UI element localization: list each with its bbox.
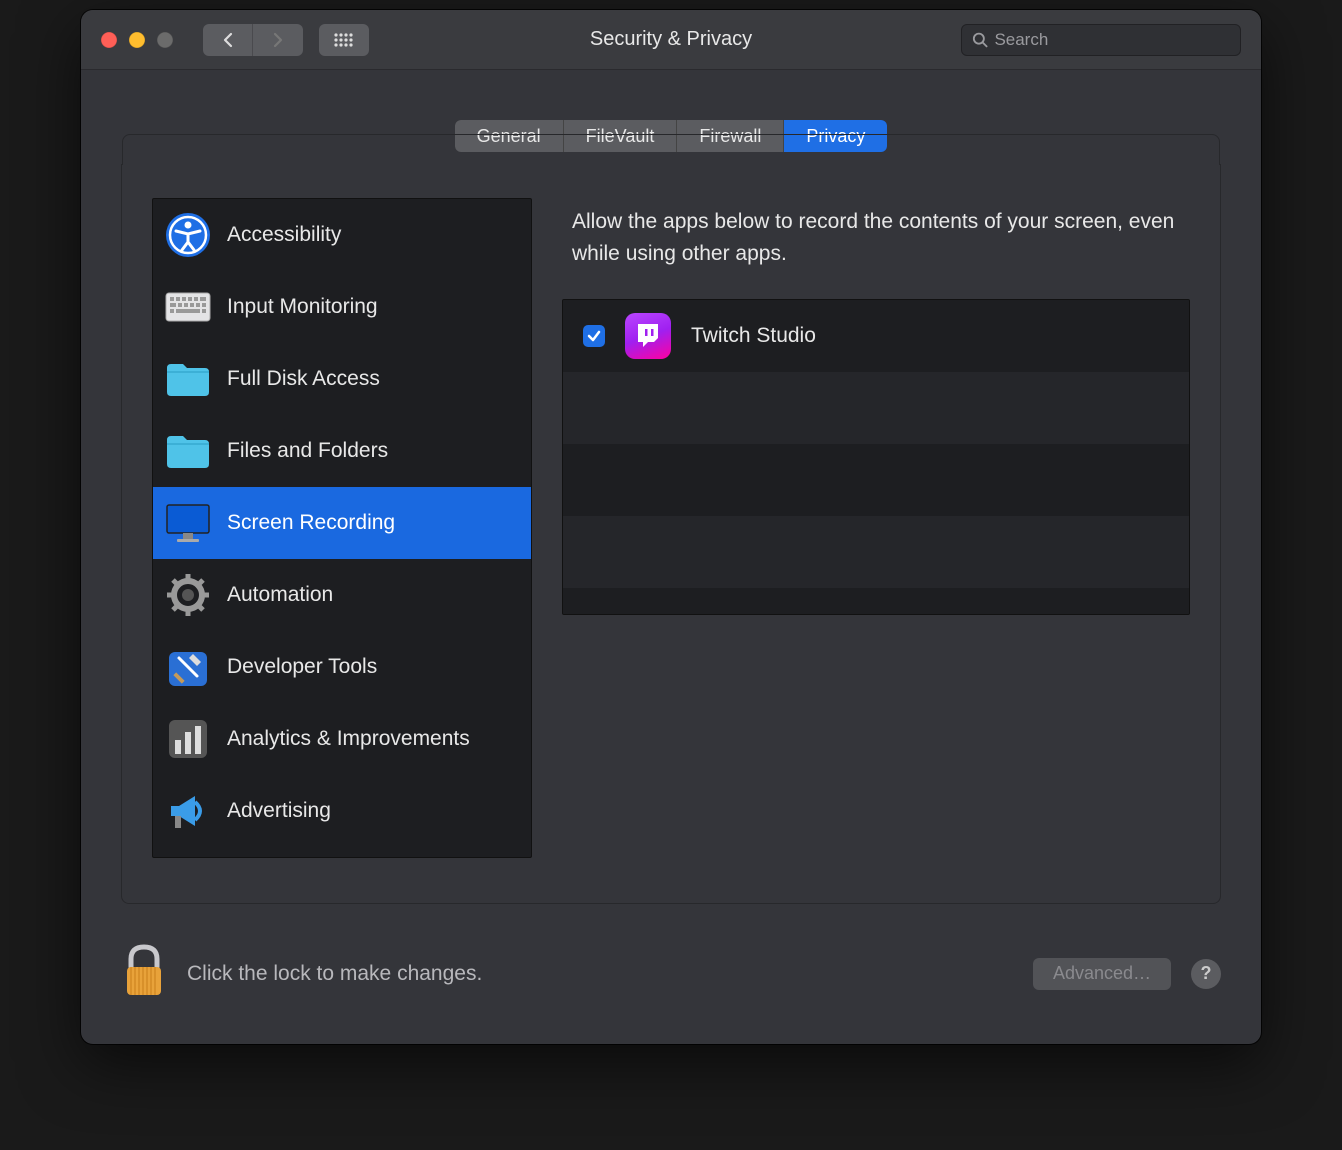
sidebar-item-label: Advertising [227, 799, 331, 823]
search-field-wrap[interactable] [961, 24, 1241, 56]
traffic-lights [101, 32, 173, 48]
footer: Click the lock to make changes. Advanced… [121, 943, 1221, 1004]
sidebar-item-analytics[interactable]: Analytics & Improvements [153, 703, 531, 775]
app-list: Twitch Studio [562, 299, 1190, 615]
sidebar-item-input-monitoring[interactable]: Input Monitoring [153, 271, 531, 343]
folder-icon [165, 428, 211, 474]
show-all-button[interactable] [319, 24, 369, 56]
sidebar-item-label: Full Disk Access [227, 367, 380, 391]
forward-button [253, 24, 303, 56]
sidebar-item-label: Input Monitoring [227, 295, 378, 319]
lock-icon[interactable] [121, 943, 167, 1004]
sidebar-item-label: Accessibility [227, 223, 341, 247]
detail-pane: Allow the apps below to record the conte… [562, 198, 1190, 873]
twitch-icon [625, 313, 671, 359]
display-icon [165, 500, 211, 546]
detail-description: Allow the apps below to record the conte… [562, 198, 1190, 269]
chart-icon [165, 716, 211, 762]
sidebar-item-automation[interactable]: Automation [153, 559, 531, 631]
app-row-empty [563, 444, 1189, 516]
sidebar-item-files-folders[interactable]: Files and Folders [153, 415, 531, 487]
sidebar-item-developer-tools[interactable]: Developer Tools [153, 631, 531, 703]
titlebar: Security & Privacy [81, 10, 1261, 70]
close-window-button[interactable] [101, 32, 117, 48]
privacy-category-list[interactable]: Accessibility Input Monitoring Full Disk… [152, 198, 532, 858]
minimize-window-button[interactable] [129, 32, 145, 48]
sidebar-item-label: Files and Folders [227, 439, 388, 463]
accessibility-icon [165, 212, 211, 258]
sidebar-item-screen-recording[interactable]: Screen Recording [153, 487, 531, 559]
megaphone-icon [165, 788, 211, 834]
advanced-button[interactable]: Advanced… [1033, 958, 1171, 990]
sidebar-item-label: Developer Tools [227, 655, 377, 679]
gear-icon [165, 572, 211, 618]
preferences-window: Security & Privacy General FileVault Fir… [81, 10, 1261, 1044]
sidebar-item-label: Automation [227, 583, 333, 607]
nav-buttons [203, 24, 303, 56]
app-row-empty [563, 516, 1189, 588]
privacy-panel: Accessibility Input Monitoring Full Disk… [121, 164, 1221, 904]
app-row-empty [563, 372, 1189, 444]
app-row-twitch-studio[interactable]: Twitch Studio [563, 300, 1189, 372]
app-name-label: Twitch Studio [691, 324, 816, 348]
hammer-icon [165, 644, 211, 690]
back-button[interactable] [203, 24, 253, 56]
sidebar-item-label: Screen Recording [227, 511, 395, 535]
sidebar-item-full-disk-access[interactable]: Full Disk Access [153, 343, 531, 415]
folder-icon [165, 356, 211, 402]
sidebar-item-label: Analytics & Improvements [227, 727, 470, 751]
sidebar-item-accessibility[interactable]: Accessibility [153, 199, 531, 271]
app-checkbox[interactable] [583, 325, 605, 347]
app-row-empty [563, 588, 1189, 615]
zoom-window-button [157, 32, 173, 48]
help-button[interactable]: ? [1191, 959, 1221, 989]
sidebar-item-advertising[interactable]: Advertising [153, 775, 531, 847]
lock-label: Click the lock to make changes. [187, 962, 482, 986]
keyboard-icon [165, 284, 211, 330]
search-input[interactable] [994, 30, 1230, 50]
search-icon [972, 31, 988, 49]
